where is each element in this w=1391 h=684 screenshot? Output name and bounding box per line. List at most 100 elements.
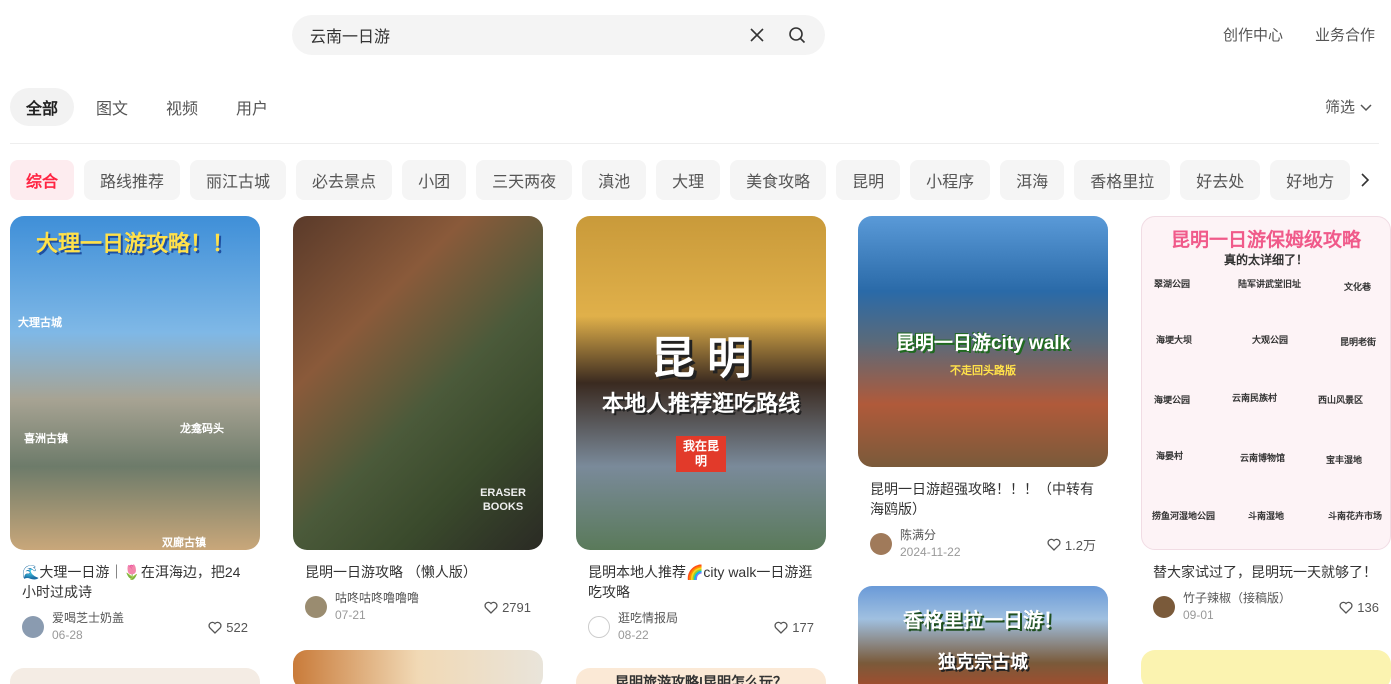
note-card[interactable]: 昆 明 本地人推荐逛吃路线 我在昆明 昆明本地人推荐🌈city walk一日游逛…	[576, 216, 826, 644]
tab-image-text[interactable]: 图文	[80, 88, 144, 126]
avatar[interactable]	[588, 616, 610, 638]
heart-icon	[1339, 601, 1353, 614]
chip[interactable]: 丽江古城	[190, 160, 287, 200]
cover-label: 大理古城	[18, 317, 62, 329]
chip[interactable]: 三天两夜	[476, 160, 573, 200]
business-link[interactable]: 业务合作	[1315, 24, 1375, 45]
chip[interactable]: 路线推荐	[84, 160, 181, 200]
note-title[interactable]: 昆明一日游攻略 （懒人版）	[293, 562, 543, 582]
note-card[interactable]: 昆明一日游city walk 不走回头路版 昆明一日游超强攻略！！！（中转有海鸥…	[858, 216, 1108, 561]
cover-subtitle: 独克宗古城	[938, 652, 1028, 672]
note-cover-image[interactable]: 大理一日游攻略！！ 大理古城 喜洲古镇 双廊古镇 龙龛码头	[10, 216, 260, 550]
chip[interactable]: 必去景点	[296, 160, 393, 200]
note-cover-image[interactable]: 昆明旅游攻略|昆明怎么玩？	[576, 668, 826, 684]
like-button[interactable]: 177	[774, 620, 814, 635]
chip[interactable]: 好去处	[1180, 160, 1261, 200]
note-title[interactable]: 昆明本地人推荐🌈city walk一日游逛吃攻略	[576, 562, 826, 602]
heart-icon	[484, 601, 498, 614]
note-card[interactable]: 昆明旅游攻略|昆明怎么玩？	[576, 668, 826, 684]
note-meta: 竹子辣椒（接稿版） 09-01 136	[1141, 590, 1391, 624]
cover-title: 香格里拉一日游！	[903, 610, 1063, 632]
cover-subtitle: 真的太详细了！	[1223, 253, 1308, 267]
tab-users[interactable]: 用户	[220, 88, 284, 126]
clear-icon[interactable]	[747, 25, 767, 45]
tab-all[interactable]: 全部	[10, 88, 75, 126]
note-card[interactable]: ERASER BOOKS 昆明一日游攻略 （懒人版） 咕咚咕咚噜噜噜 07-21 …	[293, 216, 543, 624]
cover-label: 斗南花卉市场	[1328, 511, 1383, 521]
note-card[interactable]: 昆明一日游保姆级攻略 真的太详细了！ 翠湖公园 陆军讲武堂旧址 文化巷 海埂大坝…	[1141, 216, 1391, 624]
chip[interactable]: 小团	[402, 160, 467, 200]
note-cover-image[interactable]	[293, 650, 543, 684]
cover-label: 昆明老街	[1340, 337, 1377, 347]
cover-label: 斗南湿地	[1248, 511, 1285, 521]
cover-label: 云南博物馆	[1240, 453, 1286, 463]
heart-icon	[774, 621, 788, 634]
heart-icon	[208, 621, 222, 634]
cover-label: 翠湖公园	[1154, 279, 1191, 289]
like-count: 522	[226, 619, 248, 635]
avatar[interactable]	[305, 596, 327, 618]
avatar[interactable]	[22, 616, 44, 638]
top-links: 创作中心 业务合作	[1223, 24, 1375, 45]
cover-title: 昆明一日游保姆级攻略	[1170, 230, 1361, 251]
tab-video[interactable]: 视频	[150, 88, 214, 126]
chevron-down-icon	[1360, 103, 1372, 111]
cover-label: ERASER BOOKS	[480, 487, 526, 513]
note-meta: 咕咚咕咚噜噜噜 07-21 2791	[293, 590, 543, 624]
chip[interactable]: 小程序	[910, 160, 991, 200]
chip[interactable]: 香格里拉	[1074, 160, 1171, 200]
chevron-right-icon[interactable]	[1353, 168, 1377, 192]
like-button[interactable]: 136	[1339, 600, 1379, 615]
cover-label: 海埂大坝	[1156, 335, 1193, 345]
chip[interactable]: 大理	[656, 160, 721, 200]
note-title[interactable]: 🌊大理一日游｜🌷在洱海边，把24小时过成诗	[10, 562, 260, 602]
author-name[interactable]: 陈满分	[900, 527, 1047, 544]
note-cover-image[interactable]: 香格里拉一日游！ 独克宗古城	[858, 586, 1108, 684]
author-name[interactable]: 竹子辣椒（接稿版）	[1183, 590, 1339, 607]
chip[interactable]: 滇池	[582, 160, 647, 200]
post-date: 06-28	[52, 628, 83, 642]
author-name[interactable]: 爱喝芝士奶盖	[52, 610, 208, 627]
like-count: 177	[792, 619, 814, 635]
note-cover-image[interactable]	[10, 668, 260, 684]
author-name[interactable]: 咕咚咕咚噜噜噜	[335, 590, 484, 607]
cover-label: 云南民族村	[1232, 393, 1278, 403]
search-icon[interactable]	[787, 25, 807, 45]
creator-center-link[interactable]: 创作中心	[1223, 24, 1283, 45]
note-card[interactable]	[10, 668, 260, 684]
cover-label: 喜洲古镇	[24, 433, 68, 445]
cover-label: 捞鱼河湿地公园	[1152, 511, 1216, 521]
like-button[interactable]: 1.2万	[1047, 535, 1096, 554]
avatar[interactable]	[1153, 596, 1175, 618]
search-bar[interactable]: 云南一日游	[292, 15, 825, 55]
chip[interactable]: 好地方	[1270, 160, 1351, 200]
note-card[interactable]	[1141, 650, 1391, 684]
note-card[interactable]: 香格里拉一日游！ 独克宗古城	[858, 586, 1108, 684]
like-button[interactable]: 522	[208, 620, 248, 635]
cover-label: 陆军讲武堂旧址	[1238, 279, 1302, 289]
avatar[interactable]	[870, 533, 892, 555]
note-cover-image[interactable]: 昆明一日游保姆级攻略 真的太详细了！ 翠湖公园 陆军讲武堂旧址 文化巷 海埂大坝…	[1141, 216, 1391, 550]
cover-subtitle: 不走回头路版	[950, 365, 1016, 377]
note-title[interactable]: 昆明一日游超强攻略！！！（中转有海鸥版）	[858, 479, 1108, 519]
chip[interactable]: 洱海	[1000, 160, 1065, 200]
cover-label: 宝丰湿地	[1326, 455, 1363, 465]
keyword-chips: 综合 路线推荐 丽江古城 必去景点 小团 三天两夜 滇池 大理 美食攻略 昆明 …	[10, 160, 1355, 200]
note-card[interactable]	[293, 650, 543, 684]
note-title[interactable]: 替大家试过了，昆明玩一天就够了！	[1141, 562, 1391, 582]
post-date: 09-01	[1183, 608, 1214, 622]
chip[interactable]: 昆明	[836, 160, 901, 200]
note-cover-image[interactable]: 昆 明 本地人推荐逛吃路线 我在昆明	[576, 216, 826, 550]
note-cover-image[interactable]	[1141, 650, 1391, 684]
note-cover-image[interactable]: ERASER BOOKS	[293, 216, 543, 550]
cover-label: 大观公园	[1252, 335, 1289, 345]
chip[interactable]: 美食攻略	[730, 160, 827, 200]
note-card[interactable]: 大理一日游攻略！！ 大理古城 喜洲古镇 双廊古镇 龙龛码头 🌊大理一日游｜🌷在洱…	[10, 216, 260, 644]
cover-label: 文化巷	[1344, 282, 1372, 292]
note-cover-image[interactable]: 昆明一日游city walk 不走回头路版	[858, 216, 1108, 467]
search-input[interactable]: 云南一日游	[310, 23, 727, 47]
like-button[interactable]: 2791	[484, 600, 531, 615]
chip-comprehensive[interactable]: 综合	[10, 160, 75, 200]
filter-button[interactable]: 筛选	[1325, 96, 1373, 117]
author-name[interactable]: 逛吃情报局	[618, 610, 774, 627]
